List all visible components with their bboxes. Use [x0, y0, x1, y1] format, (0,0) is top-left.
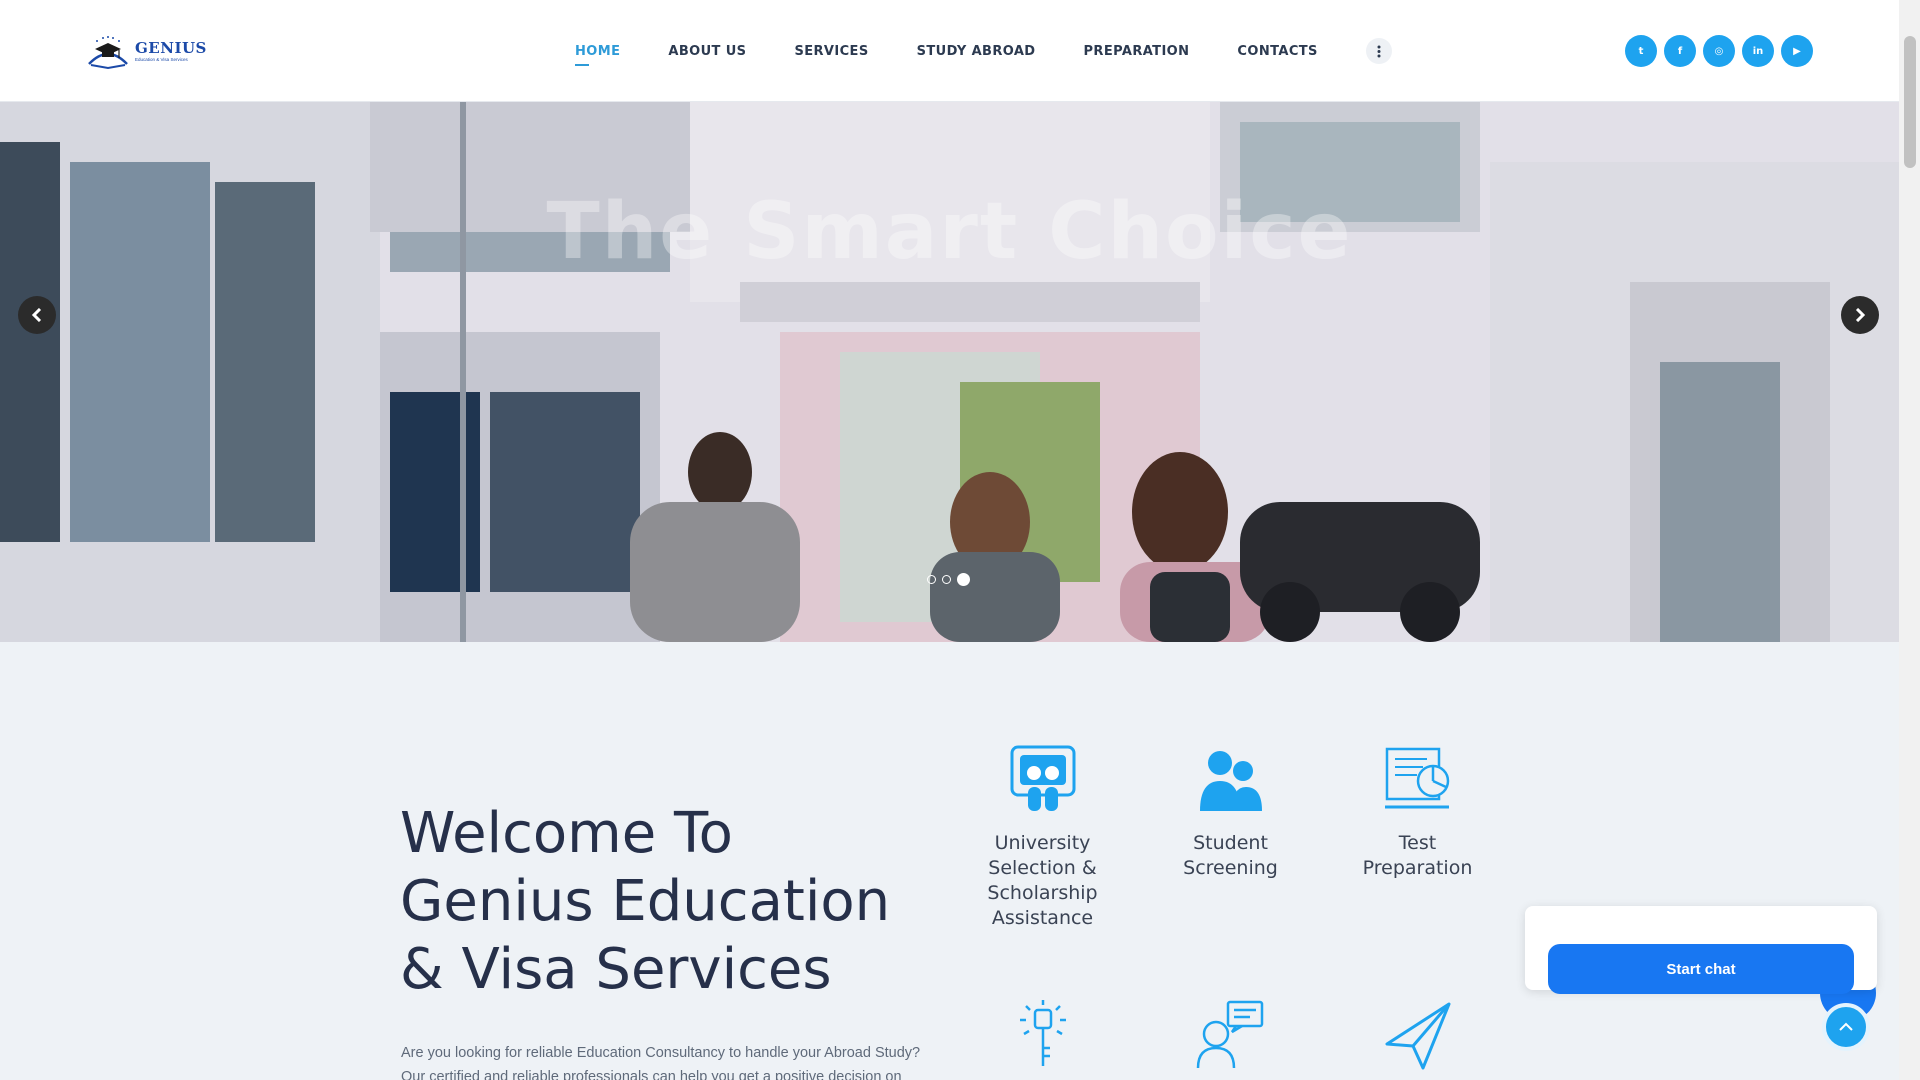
nav-item-preparation[interactable]: PREPARATION [1084, 44, 1190, 59]
nav-item-home[interactable]: HOME [575, 44, 620, 66]
logo-subtitle: Education & Visa Services [135, 57, 188, 63]
slider-dot-3[interactable] [957, 573, 970, 586]
service-label: Student Screening [1183, 832, 1278, 879]
logo-mark-icon [88, 36, 128, 70]
service-label: Test Preparation [1362, 832, 1473, 879]
youtube-icon[interactable]: ▶ [1781, 35, 1813, 67]
facebook-icon[interactable]: f [1664, 35, 1696, 67]
service-test-preparation[interactable]: Test Preparation [1345, 745, 1490, 881]
scrollbar-thumb[interactable] [1904, 36, 1916, 168]
main-nav: HOME ABOUT US SERVICES STUDY ABROAD PREP… [575, 0, 1392, 102]
twitter-icon[interactable]: t [1625, 35, 1657, 67]
hero-slider: The Smart Choice [0, 102, 1899, 642]
slider-dot-2[interactable] [942, 575, 951, 584]
slider-dot-1[interactable] [927, 575, 936, 584]
service-university-selection[interactable]: University Selection & Scholarship Assis… [970, 745, 1115, 931]
welcome-title: Welcome To Genius Education & Visa Servi… [400, 801, 891, 1002]
chat-popup: Start chat [1525, 906, 1877, 994]
start-chat-button[interactable]: Start chat [1548, 944, 1854, 994]
instagram-icon[interactable]: ◎ [1703, 35, 1735, 67]
university-selection-icon [1010, 745, 1075, 811]
chevron-up-icon [1839, 1022, 1853, 1031]
service-paper-plane[interactable] [1345, 1000, 1490, 1080]
vertical-ellipsis-icon[interactable] [1365, 38, 1392, 64]
slider-dots [927, 573, 970, 586]
slider-next-button[interactable] [1841, 296, 1879, 334]
chevron-left-icon [31, 308, 42, 322]
logo[interactable]: GENIUS Education & Visa Services [85, 34, 207, 70]
slider-prev-button[interactable] [18, 296, 56, 334]
hero-image [0, 102, 1899, 642]
service-student-screening[interactable]: Student Screening [1158, 745, 1303, 881]
service-label: University Selection & Scholarship Assis… [987, 832, 1098, 929]
chevron-right-icon [1855, 308, 1866, 322]
test-preparation-icon [1384, 747, 1449, 809]
linkedin-icon[interactable]: in [1742, 35, 1774, 67]
nav-item-contacts[interactable]: CONTACTS [1237, 44, 1317, 59]
service-key[interactable] [970, 1000, 1115, 1080]
hero-title: The Smart Choice [546, 187, 1353, 277]
logo-name: GENIUS [135, 39, 207, 58]
social-links: t f ◎ in ▶ [1625, 35, 1813, 67]
scroll-to-top-button[interactable] [1822, 1003, 1870, 1051]
student-screening-icon [1199, 751, 1262, 811]
paper-plane-icon [1385, 1002, 1450, 1070]
welcome-text: Are you looking for reliable Education C… [401, 1045, 921, 1080]
page-scrollbar[interactable] [1899, 0, 1920, 1080]
nav-item-study-abroad[interactable]: STUDY ABROAD [917, 44, 1036, 59]
nav-item-about-us[interactable]: ABOUT US [668, 44, 746, 59]
site-header: GENIUS Education & Visa Services HOME AB… [0, 0, 1899, 102]
consultation-icon [1196, 1000, 1263, 1069]
key-icon [1019, 1000, 1066, 1066]
service-consultation[interactable] [1158, 1000, 1303, 1080]
nav-item-services[interactable]: SERVICES [794, 44, 868, 59]
